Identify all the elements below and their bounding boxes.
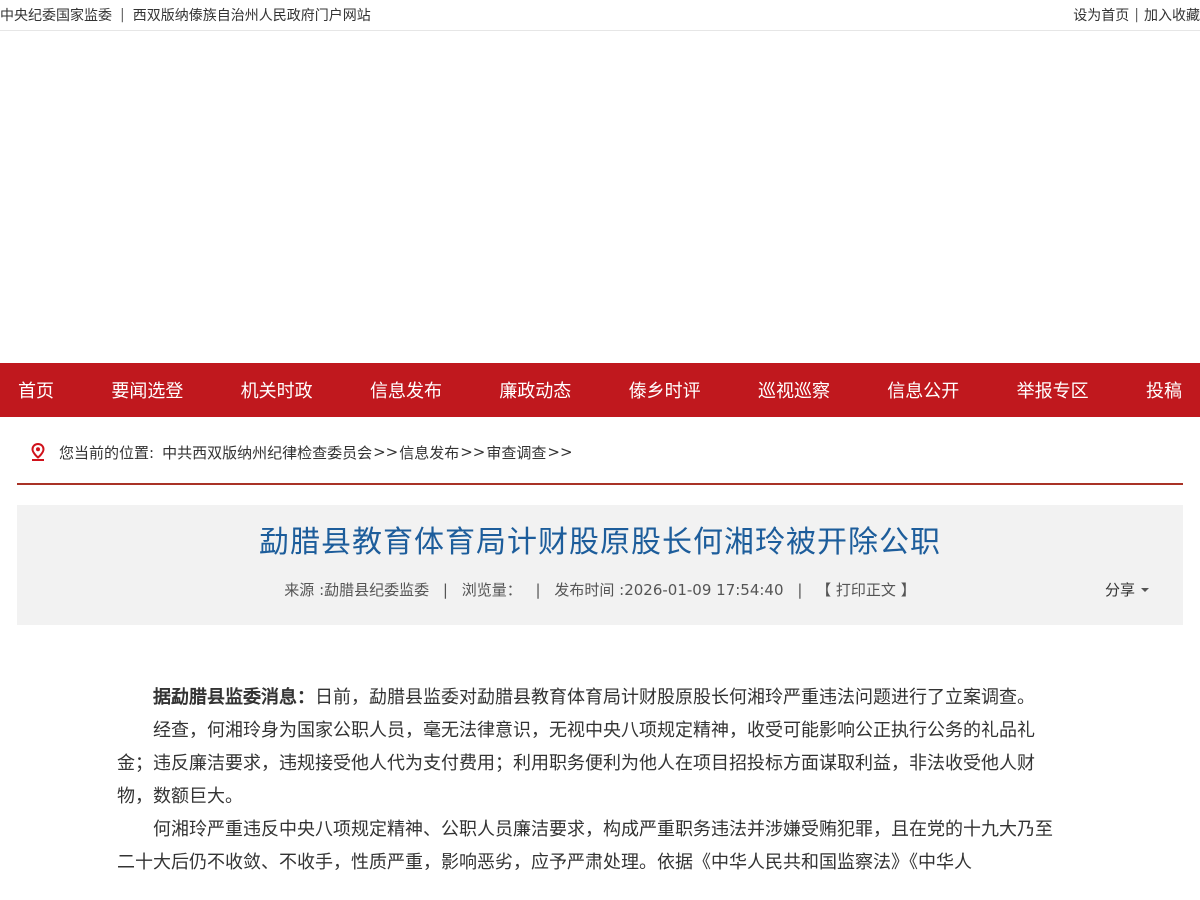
breadcrumb-separator: >> — [547, 443, 573, 461]
article-paragraph: 经查，何湘玲身为国家公职人员，毫无法律意识，无视中央八项规定精神，收受可能影响公… — [117, 720, 1035, 807]
nav-item-submit[interactable]: 投稿 — [1146, 377, 1182, 403]
add-favorite-link[interactable]: 加入收藏 — [1144, 5, 1200, 25]
share-button[interactable]: 分享 — [1105, 579, 1149, 600]
article-paragraph: 何湘玲严重违反中央八项规定精神、公职人员廉洁要求，构成严重职务违法并涉嫌受贿犯罪… — [117, 819, 1053, 873]
nav-item-home[interactable]: 首页 — [18, 377, 54, 403]
print-article-button[interactable]: 【 打印正文 】 — [816, 581, 916, 599]
article-header: 勐腊县教育体育局计财股原股长何湘玲被开除公职 来源 :勐腊县纪委监委 | 浏览量… — [17, 505, 1183, 625]
nav-item-report[interactable]: 举报专区 — [1017, 377, 1089, 403]
breadcrumb-label: 您当前的位置: — [59, 443, 155, 462]
main-nav: 首页 要闻选登 机关时政 信息发布 廉政动态 傣乡时评 巡视巡察 信息公开 举报… — [0, 363, 1200, 417]
top-bar-right: 设为首页 | 加入收藏 — [1073, 5, 1200, 25]
article-body: 据勐腊县监委消息：日前，勐腊县监委对勐腊县教育体育局计财股原股长何湘玲严重违法问… — [117, 681, 1069, 879]
header-banner — [0, 31, 1200, 363]
nav-item-affairs[interactable]: 机关时政 — [241, 377, 313, 403]
location-pin-icon — [31, 442, 45, 461]
share-label: 分享 — [1104, 581, 1135, 599]
breadcrumb: 您当前的位置: 中共西双版纳州纪律检查委员会 >> 信息发布 >> 审查调查 >… — [17, 417, 1183, 485]
top-bar-separator: | — [120, 7, 125, 23]
nav-item-news[interactable]: 要闻选登 — [111, 377, 183, 403]
breadcrumb-item-commission[interactable]: 中共西双版纳州纪律检查委员会 — [162, 442, 372, 463]
nav-item-disclosure[interactable]: 信息公开 — [887, 377, 959, 403]
top-bar-separator-right: | — [1134, 7, 1139, 23]
top-bar: 中央纪委国家监委 | 西双版纳傣族自治州人民政府门户网站 设为首页 | 加入收藏 — [0, 0, 1200, 31]
meta-separator: | — [535, 581, 541, 599]
link-xsbn-gov[interactable]: 西双版纳傣族自治州人民政府门户网站 — [133, 5, 371, 25]
article-meta: 来源 :勐腊县纪委监委 | 浏览量： | 发布时间 :2026-01-09 17… — [17, 579, 1183, 600]
article-paragraph-text: 日前，勐腊县监委对勐腊县教育体育局计财股原股长何湘玲严重违法问题进行了立案调查。 — [315, 687, 1035, 708]
article-views: 浏览量： — [461, 581, 522, 599]
nav-item-integrity[interactable]: 廉政动态 — [499, 377, 571, 403]
article-publish-time: 发布时间 :2026-01-09 17:54:40 — [554, 581, 784, 599]
breadcrumb-separator: >> — [373, 443, 399, 461]
link-ccdi[interactable]: 中央纪委国家监委 — [0, 5, 112, 25]
article-title: 勐腊县教育体育局计财股原股长何湘玲被开除公职 — [259, 525, 941, 560]
breadcrumb-item-investigation[interactable]: 审查调查 — [486, 442, 546, 463]
breadcrumb-item-info-release[interactable]: 信息发布 — [399, 442, 459, 463]
set-homepage-link[interactable]: 设为首页 — [1073, 5, 1129, 25]
meta-separator: | — [797, 581, 803, 599]
chevron-down-icon — [1141, 587, 1149, 592]
breadcrumb-separator: >> — [460, 443, 486, 461]
nav-item-commentary[interactable]: 傣乡时评 — [629, 377, 701, 403]
meta-separator: | — [442, 581, 448, 599]
top-bar-left: 中央纪委国家监委 | 西双版纳傣族自治州人民政府门户网站 — [0, 5, 371, 25]
nav-item-info-release[interactable]: 信息发布 — [370, 377, 442, 403]
article-paragraph: 据勐腊县监委消息：日前，勐腊县监委对勐腊县教育体育局计财股原股长何湘玲严重违法问… — [117, 681, 1069, 714]
nav-item-inspection[interactable]: 巡视巡察 — [758, 377, 830, 403]
article-source: 来源 :勐腊县纪委监委 — [284, 581, 430, 599]
article-lead: 据勐腊县监委消息： — [153, 687, 315, 708]
